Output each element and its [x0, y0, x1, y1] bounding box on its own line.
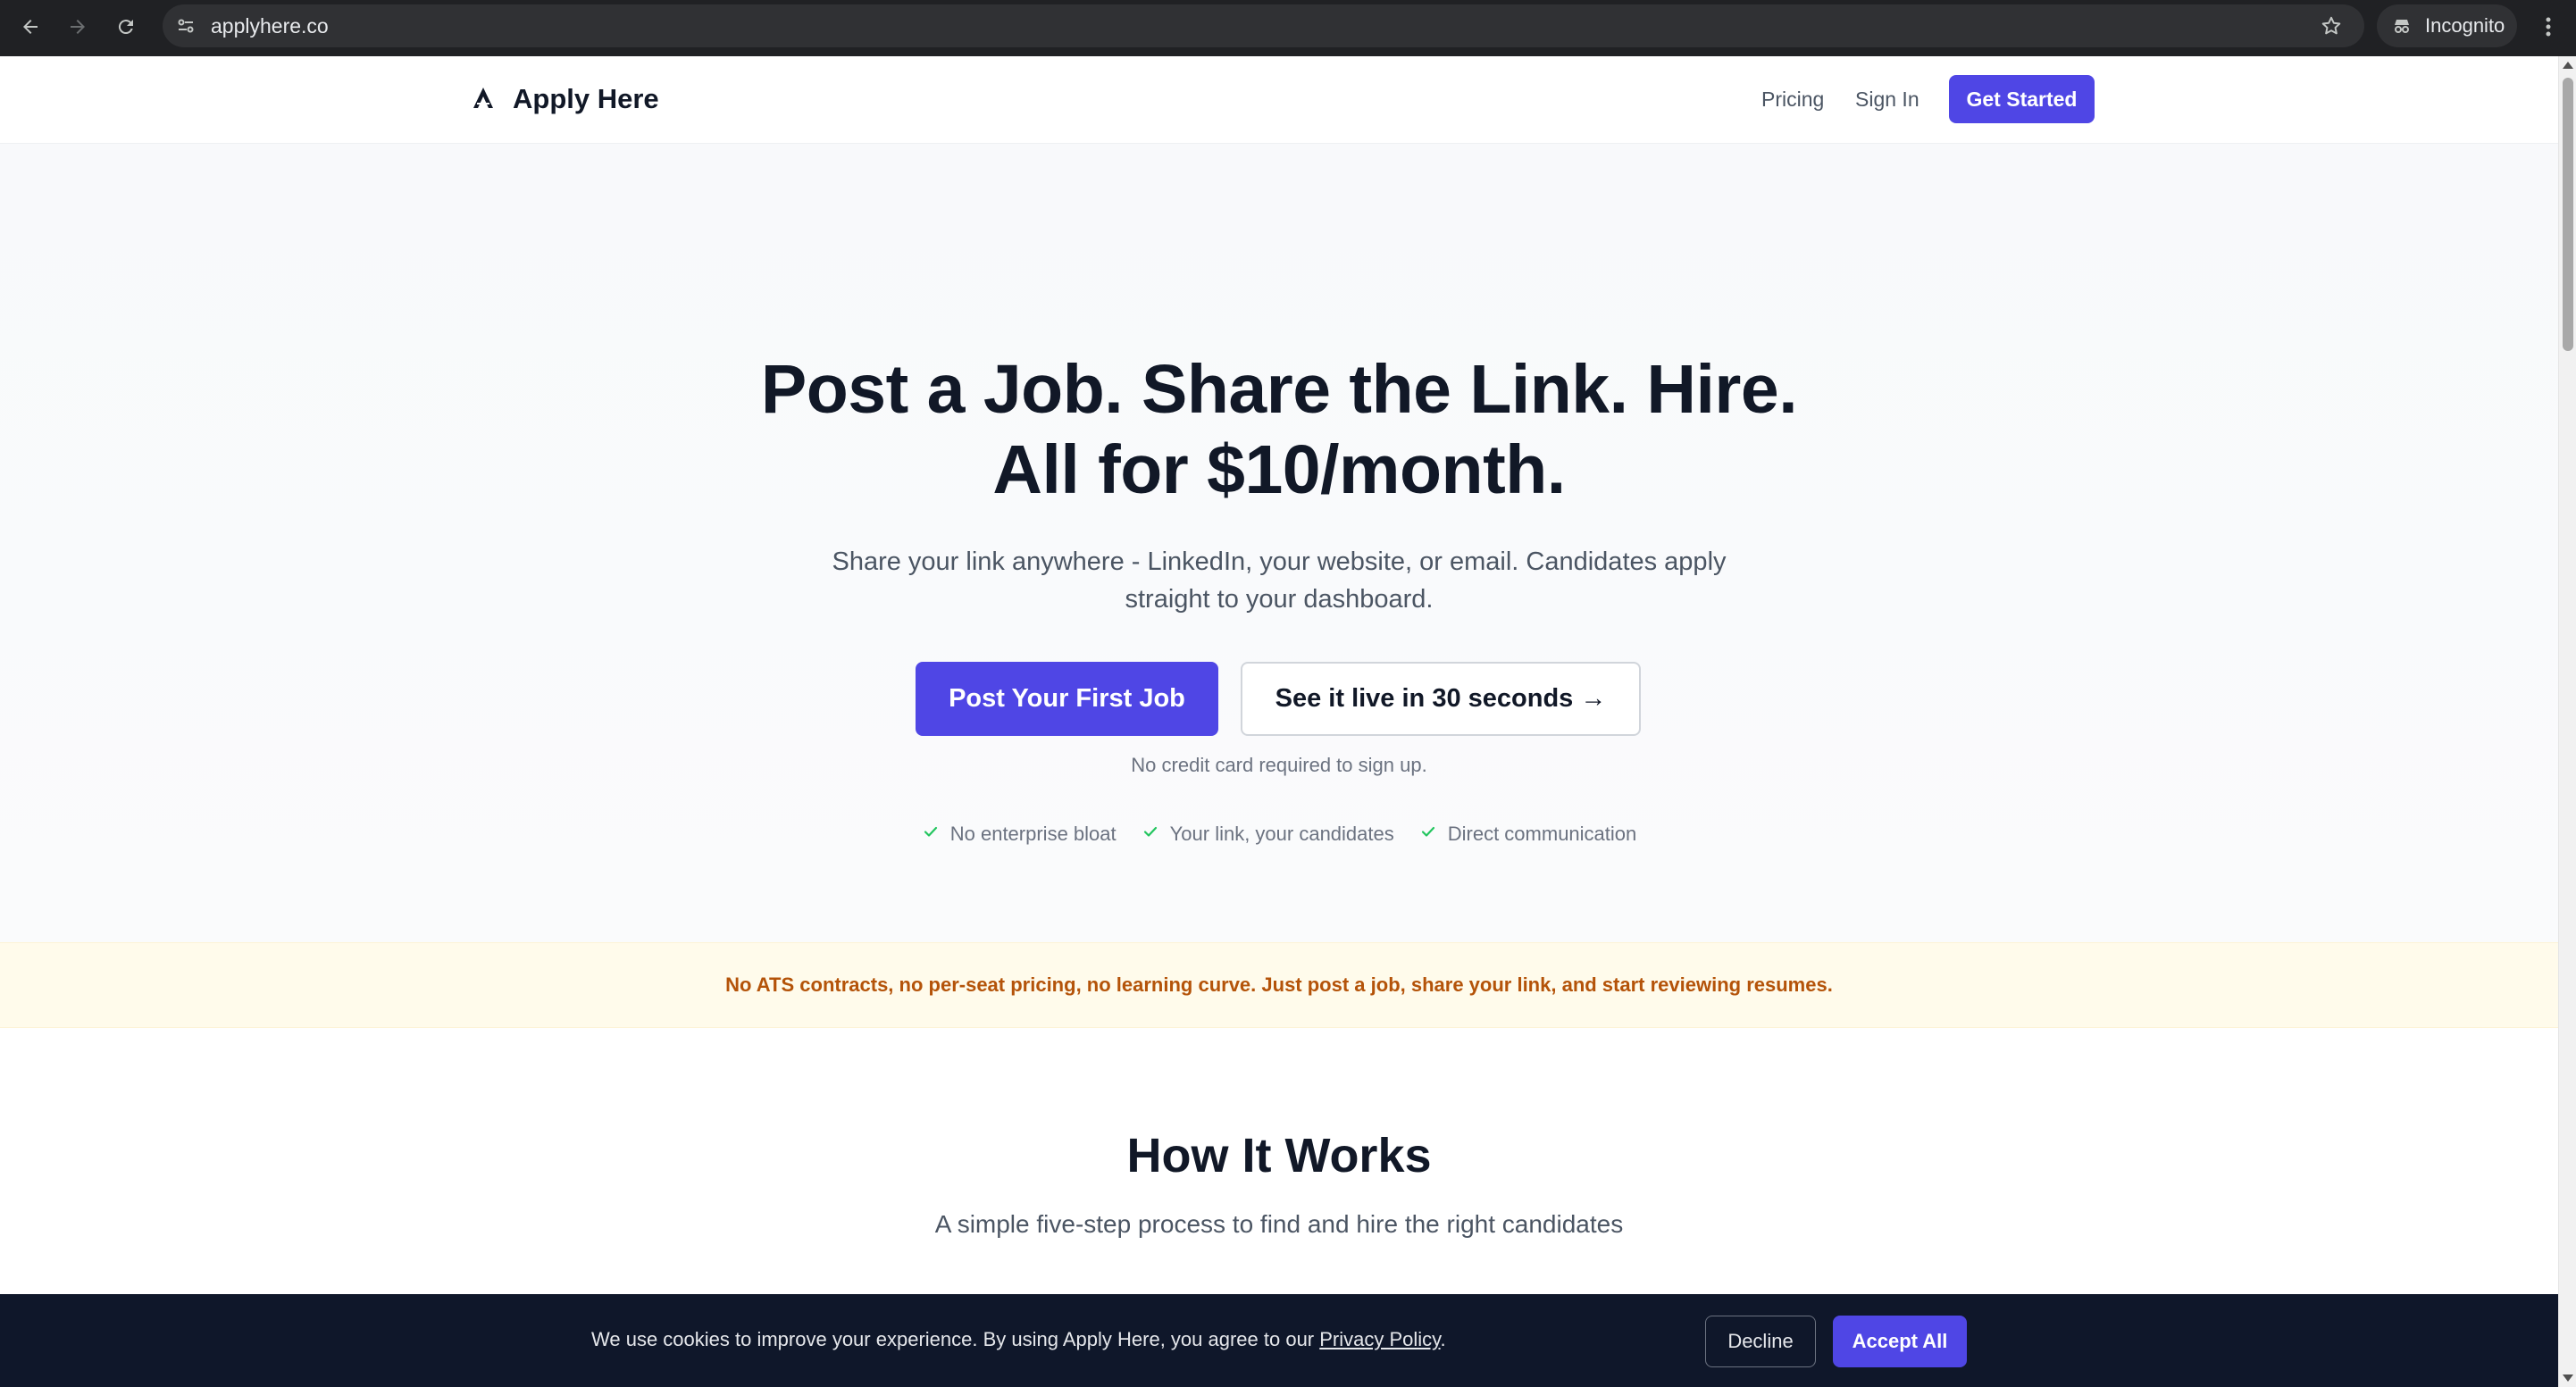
browser-toolbar: applyhere.co Incognito	[0, 0, 2576, 56]
cookie-message-text: We use cookies to improve your experienc…	[591, 1328, 1320, 1350]
get-started-button[interactable]: Get Started	[1949, 75, 2095, 123]
value-banner: No ATS contracts, no per-seat pricing, n…	[0, 942, 2558, 1028]
address-bar[interactable]: applyhere.co	[163, 4, 2364, 47]
site-info-icon[interactable]	[175, 15, 197, 41]
incognito-icon	[2391, 15, 2413, 41]
bookmark-star-icon[interactable]	[2320, 14, 2343, 42]
brand-logo-icon	[470, 84, 497, 115]
no-credit-card-note: No credit card required to sign up.	[1131, 754, 1427, 776]
incognito-indicator[interactable]: Incognito	[2377, 4, 2517, 47]
hero-title-line-1: Post a Job. Share the Link. Hire.	[760, 351, 1798, 428]
scroll-up-arrow-icon[interactable]	[2563, 62, 2573, 69]
nav-pricing-link[interactable]: Pricing	[1761, 88, 1824, 112]
post-first-job-button[interactable]: Post Your First Job	[916, 662, 1218, 736]
check-icon	[1419, 823, 1437, 846]
check-icon	[922, 823, 940, 846]
cookie-message-end: .	[1440, 1328, 1446, 1350]
nav-sign-in-link[interactable]: Sign In	[1855, 88, 1919, 112]
cookie-consent-bar: We use cookies to improve your experienc…	[0, 1294, 2558, 1387]
hero-subtitle: Share your link anywhere - LinkedIn, you…	[832, 547, 1727, 614]
url-text[interactable]: applyhere.co	[211, 14, 329, 38]
more-menu-icon[interactable]	[2535, 9, 2562, 45]
feature-item: No enterprise bloat	[922, 823, 1117, 846]
privacy-policy-link[interactable]: Privacy Policy	[1319, 1328, 1440, 1350]
decline-cookies-button[interactable]: Decline	[1705, 1316, 1816, 1367]
hero-section: Post a Job. Share the Link. Hire. All fo…	[0, 144, 2558, 942]
site-header: Apply Here Pricing Sign In Get Started	[0, 56, 2558, 144]
accept-cookies-button[interactable]: Accept All	[1833, 1316, 1967, 1367]
page-scrollbar[interactable]	[2558, 56, 2576, 1387]
see-it-live-button[interactable]: See it live in 30 seconds →	[1241, 662, 1641, 736]
how-it-works-subtitle: A simple five-step process to find and h…	[934, 1210, 1624, 1238]
feature-item: Direct communication	[1419, 823, 1637, 846]
value-banner-text: No ATS contracts, no per-seat pricing, n…	[725, 973, 1833, 996]
feature-label: No enterprise bloat	[949, 823, 1117, 845]
hero-title-line-2: All for $10/month.	[992, 431, 1566, 508]
feature-checklist: No enterprise bloat Your link, your cand…	[0, 823, 2558, 846]
page-viewport: Apply Here Pricing Sign In Get Started P…	[0, 56, 2558, 1387]
back-arrow-icon[interactable]	[13, 9, 48, 45]
incognito-label: Incognito	[2425, 14, 2505, 37]
how-it-works-title: How It Works	[1126, 1129, 1432, 1182]
hero-title: Post a Job. Share the Link. Hire. All fo…	[0, 349, 2558, 510]
cookie-message: We use cookies to improve your experienc…	[591, 1328, 1446, 1351]
feature-label: Direct communication	[1447, 823, 1637, 845]
scroll-down-arrow-icon[interactable]	[2563, 1374, 2573, 1382]
forward-arrow-icon[interactable]	[60, 9, 96, 45]
brand-name: Apply Here	[513, 83, 659, 114]
check-icon	[1142, 823, 1159, 846]
brand[interactable]: Apply Here	[470, 83, 659, 115]
scroll-thumb[interactable]	[2563, 78, 2573, 351]
feature-label: Your link, your candidates	[1169, 823, 1394, 845]
reload-icon[interactable]	[108, 9, 144, 45]
feature-item: Your link, your candidates	[1142, 823, 1394, 846]
